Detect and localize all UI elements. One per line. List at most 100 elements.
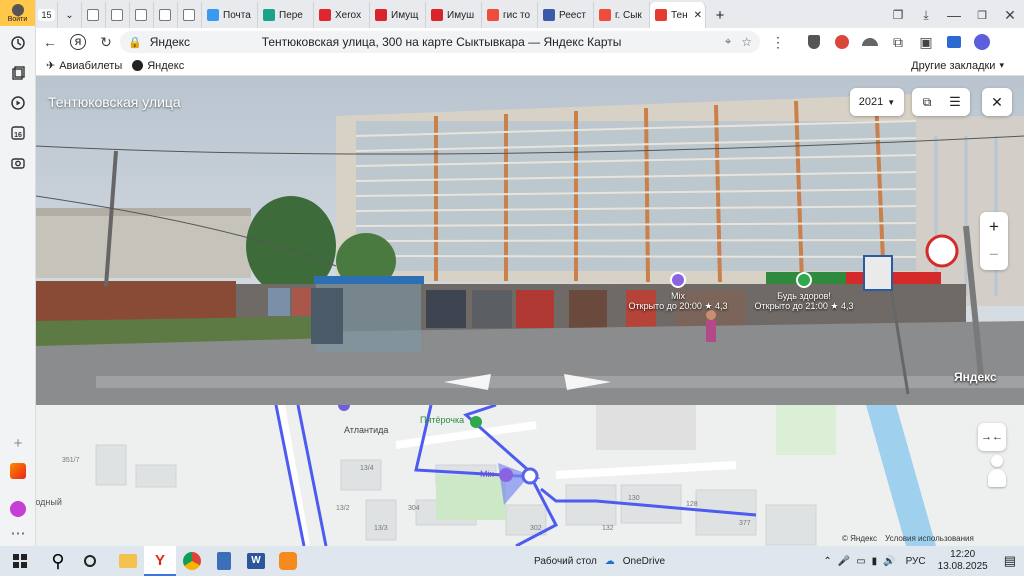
notifications-icon[interactable]: ▤ (1004, 553, 1016, 569)
other-bookmarks[interactable]: Другие закладки ▾ (911, 60, 1004, 72)
yandex-icon (487, 9, 499, 21)
video-icon[interactable] (0, 88, 36, 118)
add-panel-icon[interactable]: + (0, 428, 36, 458)
zoom-out-button[interactable]: − (989, 241, 999, 269)
minimize-icon[interactable]: — (940, 1, 968, 29)
year-selector[interactable]: 2021 ▼ (850, 88, 904, 116)
doc-icon (111, 9, 123, 21)
word-icon[interactable]: W (240, 546, 272, 576)
poi-marker[interactable]: Будь здоров! Открыто до 21:00 ★ 4,3 (742, 272, 866, 312)
browser-tab[interactable] (178, 2, 202, 28)
browser-tab[interactable]: г. Сык (594, 2, 650, 28)
tab-counter[interactable]: 15 (36, 2, 58, 28)
extensions-puzzle-icon[interactable]: ⧉ (884, 28, 912, 56)
yandex-app-icon[interactable] (0, 456, 36, 486)
browser-tab[interactable]: гис то (482, 2, 538, 28)
browser-tab[interactable]: Имуш (426, 2, 482, 28)
map-label[interactable]: Атлантида (344, 425, 388, 435)
browser-tab[interactable]: Имущ (370, 2, 426, 28)
browser-tab[interactable] (154, 2, 178, 28)
extension-hat-icon[interactable] (856, 28, 884, 56)
windows-taskbar: ⚲ Y W Рабочий стол ☁ OneDrive ⌃ 🎤 ▭ ▮ 🔊 … (0, 546, 1024, 576)
collections-icon[interactable] (0, 58, 36, 88)
restore-icon[interactable]: ❐ (968, 1, 996, 29)
menu-dots-icon[interactable]: ⋮ (764, 28, 792, 56)
bookmark-icon[interactable]: ☆ (741, 35, 752, 49)
adblock-icon[interactable] (800, 28, 828, 56)
yandex-browser-taskbar-icon[interactable]: Y (144, 546, 176, 576)
bookmark-item[interactable]: Яндекс (132, 60, 184, 72)
house-number: 132 (602, 525, 614, 532)
volume-icon[interactable]: 🔊 (883, 556, 895, 567)
poi-marker[interactable]: Mix Открыто до 20:00 ★ 4,3 (618, 272, 738, 312)
extension-logo-icon[interactable] (968, 28, 996, 56)
browser-tab[interactable]: Реест (538, 2, 594, 28)
browser-tab[interactable]: Пере (258, 2, 314, 28)
tab-manager-icon[interactable]: ❐ (884, 1, 912, 29)
address-bar[interactable]: 🔒 Яндекс Тентюковская улица, 300 на карт… (120, 31, 760, 53)
browser-tab[interactable] (82, 2, 106, 28)
collapse-map-button[interactable]: →← (978, 423, 1006, 451)
browser-tab[interactable]: Тен ✕ (650, 2, 706, 28)
terms-link[interactable]: Условия использования (885, 534, 974, 543)
reload-icon[interactable]: ↻ (92, 28, 120, 56)
bookmark-item[interactable]: ✈ Авиабилеты (46, 59, 122, 73)
pegman-icon[interactable] (986, 455, 1008, 489)
location-icon[interactable]: ⌖ (725, 36, 731, 49)
svg-text:16: 16 (14, 132, 22, 139)
tab-strip: 15 ⌄ Почта Пере Xerox Имущ Имуш гис то Реест г.… (36, 0, 1024, 28)
map-label[interactable]: Пятёрочка (420, 415, 464, 425)
file-explorer-icon[interactable] (112, 546, 144, 576)
menu-icon[interactable]: ☰ (941, 94, 969, 110)
browser-tab[interactable] (106, 2, 130, 28)
extension-office-icon[interactable] (940, 28, 968, 56)
browser-tab[interactable]: Почта (202, 2, 258, 28)
tab-list-chevron[interactable]: ⌄ (58, 2, 82, 28)
panorama-tools: ⧉ ☰ (912, 88, 970, 116)
onedrive-label: OneDrive (622, 555, 666, 567)
yandex-icon[interactable]: Я (64, 28, 92, 56)
network-icon[interactable]: ▭ (856, 556, 865, 567)
house-number: 13/3 (374, 525, 388, 532)
browser-tab[interactable]: Xerox (314, 2, 370, 28)
chrome-icon[interactable] (176, 546, 208, 576)
language-indicator[interactable]: РУС (906, 556, 926, 567)
cortana-icon[interactable] (74, 546, 106, 576)
downloads-icon[interactable]: ⤓ (912, 1, 940, 29)
rbc-icon (319, 9, 331, 21)
search-icon[interactable]: ⚲ (42, 546, 74, 576)
airplane-icon: ✈ (46, 60, 56, 72)
back-icon[interactable]: ← (36, 28, 64, 56)
clock[interactable]: 12:20 13.08.2025 (938, 549, 988, 573)
street-panorama[interactable]: Тентюковская улица 2021 ▼ ⧉ ☰ ✕ + − Mix … (36, 76, 1024, 405)
map-label[interactable]: Mix (480, 469, 494, 479)
browser-tab[interactable] (130, 2, 154, 28)
extension-cube-icon[interactable]: ▣ (912, 28, 940, 56)
battery-icon[interactable]: ▮ (872, 556, 878, 567)
close-panorama-button[interactable]: ✕ (982, 88, 1012, 116)
extension-flower-icon[interactable] (828, 28, 856, 56)
doc-icon (135, 9, 147, 21)
new-tab-button[interactable]: + (706, 2, 734, 28)
mini-map[interactable]: Атлантида Пятёрочка Mix Свободный 351/7 … (36, 405, 1024, 546)
calculator-icon[interactable] (208, 546, 240, 576)
desktop-toolbar[interactable]: Рабочий стол ☁ OneDrive (534, 556, 665, 567)
start-button[interactable] (4, 546, 36, 576)
site-name: Яндекс (149, 35, 191, 49)
screenshot-icon[interactable] (0, 148, 36, 178)
app-icon[interactable] (272, 546, 304, 576)
show-hidden-icons[interactable]: ⌃ (823, 556, 831, 567)
map-copyright[interactable]: © Яндекс (842, 534, 877, 543)
profile-button[interactable]: Войти (0, 0, 35, 26)
year-value: 2021 (858, 96, 884, 108)
calendar-icon[interactable]: 16 (0, 118, 36, 148)
tab-label: Xerox (335, 9, 362, 21)
open-external-icon[interactable]: ⧉ (913, 95, 941, 110)
page-title: Тентюковская улица, 300 на карте Сыктывк… (261, 35, 622, 49)
mic-icon[interactable]: 🎤 (838, 556, 850, 567)
close-window-icon[interactable]: ✕ (996, 1, 1024, 29)
close-tab-icon[interactable]: ✕ (694, 10, 702, 21)
history-icon[interactable] (0, 28, 36, 58)
zoom-in-button[interactable]: + (989, 213, 999, 241)
more-icon[interactable]: ⋯ (0, 518, 36, 548)
